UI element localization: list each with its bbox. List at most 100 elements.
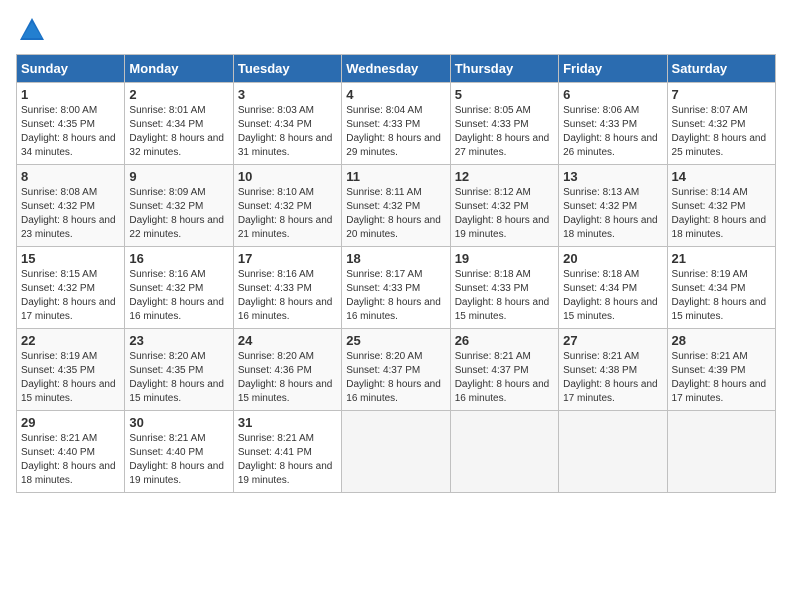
day-info: Sunrise: 8:21 AMSunset: 4:37 PMDaylight:… [455,350,554,406]
col-header-tuesday: Tuesday [233,55,341,83]
calendar-cell: 5 Sunrise: 8:05 AMSunset: 4:33 PMDaylight… [450,83,558,165]
day-info: Sunrise: 8:00 AMSunset: 4:35 PMDaylight:… [21,104,120,160]
day-number: 9 [129,169,228,184]
day-number: 30 [129,415,228,430]
calendar-cell: 22 Sunrise: 8:19 AMSunset: 4:35 PMDayligh… [17,329,125,411]
day-number: 10 [238,169,337,184]
week-row-3: 15 Sunrise: 8:15 AMSunset: 4:32 PMDayligh… [17,247,776,329]
day-number: 7 [672,87,771,102]
day-number: 13 [563,169,662,184]
calendar: SundayMondayTuesdayWednesdayThursdayFrid… [16,54,776,493]
day-info: Sunrise: 8:14 AMSunset: 4:32 PMDaylight:… [672,186,771,242]
calendar-cell: 12 Sunrise: 8:12 AMSunset: 4:32 PMDayligh… [450,165,558,247]
day-number: 31 [238,415,337,430]
day-number: 20 [563,251,662,266]
day-info: Sunrise: 8:21 AMSunset: 4:39 PMDaylight:… [672,350,771,406]
calendar-cell: 14 Sunrise: 8:14 AMSunset: 4:32 PMDayligh… [667,165,775,247]
day-info: Sunrise: 8:09 AMSunset: 4:32 PMDaylight:… [129,186,228,242]
day-number: 15 [21,251,120,266]
calendar-cell: 31 Sunrise: 8:21 AMSunset: 4:41 PMDayligh… [233,411,341,493]
week-row-2: 8 Sunrise: 8:08 AMSunset: 4:32 PMDaylight… [17,165,776,247]
calendar-cell: 9 Sunrise: 8:09 AMSunset: 4:32 PMDaylight… [125,165,233,247]
day-info: Sunrise: 8:19 AMSunset: 4:34 PMDaylight:… [672,268,771,324]
calendar-cell: 2 Sunrise: 8:01 AMSunset: 4:34 PMDaylight… [125,83,233,165]
calendar-cell: 20 Sunrise: 8:18 AMSunset: 4:34 PMDayligh… [559,247,667,329]
day-number: 14 [672,169,771,184]
calendar-cell: 25Sunrise: 8:20 AMSunset: 4:37 PMDayligh… [342,329,450,411]
calendar-cell: 10Sunrise: 8:10 AMSunset: 4:32 PMDayligh… [233,165,341,247]
day-info: Sunrise: 8:11 AMSunset: 4:32 PMDaylight:… [346,186,445,242]
calendar-cell: 8 Sunrise: 8:08 AMSunset: 4:32 PMDaylight… [17,165,125,247]
col-header-wednesday: Wednesday [342,55,450,83]
calendar-cell: 3 Sunrise: 8:03 AMSunset: 4:34 PMDaylight… [233,83,341,165]
day-number: 22 [21,333,120,348]
col-header-thursday: Thursday [450,55,558,83]
day-info: Sunrise: 8:19 AMSunset: 4:35 PMDaylight:… [21,350,120,406]
day-info: Sunrise: 8:18 AMSunset: 4:33 PMDaylight:… [455,268,554,324]
day-info: Sunrise: 8:17 AMSunset: 4:33 PMDaylight:… [346,268,445,324]
calendar-cell: 21 Sunrise: 8:19 AMSunset: 4:34 PMDayligh… [667,247,775,329]
day-number: 1 [21,87,120,102]
col-header-monday: Monday [125,55,233,83]
day-info: Sunrise: 8:21 AMSunset: 4:41 PMDaylight:… [238,432,337,488]
calendar-cell [667,411,775,493]
week-row-4: 22 Sunrise: 8:19 AMSunset: 4:35 PMDayligh… [17,329,776,411]
day-number: 12 [455,169,554,184]
calendar-cell: 1 Sunrise: 8:00 AMSunset: 4:35 PMDaylight… [17,83,125,165]
day-info: Sunrise: 8:20 AMSunset: 4:37 PMDaylight:… [346,350,445,406]
calendar-cell: 11 Sunrise: 8:11 AMSunset: 4:32 PMDayligh… [342,165,450,247]
col-header-saturday: Saturday [667,55,775,83]
col-header-friday: Friday [559,55,667,83]
day-info: Sunrise: 8:16 AMSunset: 4:32 PMDaylight:… [129,268,228,324]
day-info: Sunrise: 8:15 AMSunset: 4:32 PMDaylight:… [21,268,120,324]
calendar-cell: 29Sunrise: 8:21 AMSunset: 4:40 PMDayligh… [17,411,125,493]
calendar-cell [559,411,667,493]
day-number: 2 [129,87,228,102]
week-row-5: 29Sunrise: 8:21 AMSunset: 4:40 PMDayligh… [17,411,776,493]
day-info: Sunrise: 8:06 AMSunset: 4:33 PMDaylight:… [563,104,662,160]
day-number: 8 [21,169,120,184]
day-number: 23 [129,333,228,348]
day-number: 3 [238,87,337,102]
calendar-cell: 4Sunrise: 8:04 AMSunset: 4:33 PMDaylight… [342,83,450,165]
calendar-cell [450,411,558,493]
day-info: Sunrise: 8:08 AMSunset: 4:32 PMDaylight:… [21,186,120,242]
day-info: Sunrise: 8:20 AMSunset: 4:36 PMDaylight:… [238,350,337,406]
day-number: 5 [455,87,554,102]
day-info: Sunrise: 8:12 AMSunset: 4:32 PMDaylight:… [455,186,554,242]
day-number: 4 [346,87,445,102]
calendar-cell: 26 Sunrise: 8:21 AMSunset: 4:37 PMDayligh… [450,329,558,411]
calendar-cell: 7Sunrise: 8:07 AMSunset: 4:32 PMDaylight… [667,83,775,165]
col-header-sunday: Sunday [17,55,125,83]
calendar-cell: 16 Sunrise: 8:16 AMSunset: 4:32 PMDayligh… [125,247,233,329]
day-number: 28 [672,333,771,348]
day-number: 16 [129,251,228,266]
day-info: Sunrise: 8:18 AMSunset: 4:34 PMDaylight:… [563,268,662,324]
day-number: 18 [346,251,445,266]
calendar-cell: 24 Sunrise: 8:20 AMSunset: 4:36 PMDayligh… [233,329,341,411]
calendar-cell: 23 Sunrise: 8:20 AMSunset: 4:35 PMDayligh… [125,329,233,411]
calendar-cell: 19Sunrise: 8:18 AMSunset: 4:33 PMDayligh… [450,247,558,329]
calendar-cell: 15 Sunrise: 8:15 AMSunset: 4:32 PMDayligh… [17,247,125,329]
day-info: Sunrise: 8:05 AMSunset: 4:33 PMDaylight:… [455,104,554,160]
day-number: 11 [346,169,445,184]
day-info: Sunrise: 8:03 AMSunset: 4:34 PMDaylight:… [238,104,337,160]
day-info: Sunrise: 8:21 AMSunset: 4:38 PMDaylight:… [563,350,662,406]
calendar-header: SundayMondayTuesdayWednesdayThursdayFrid… [17,55,776,83]
calendar-cell: 17Sunrise: 8:16 AMSunset: 4:33 PMDayligh… [233,247,341,329]
calendar-cell: 27 Sunrise: 8:21 AMSunset: 4:38 PMDayligh… [559,329,667,411]
calendar-cell: 28 Sunrise: 8:21 AMSunset: 4:39 PMDayligh… [667,329,775,411]
day-number: 26 [455,333,554,348]
day-info: Sunrise: 8:16 AMSunset: 4:33 PMDaylight:… [238,268,337,324]
day-number: 27 [563,333,662,348]
day-info: Sunrise: 8:13 AMSunset: 4:32 PMDaylight:… [563,186,662,242]
header [16,16,776,44]
day-info: Sunrise: 8:20 AMSunset: 4:35 PMDaylight:… [129,350,228,406]
week-row-1: 1 Sunrise: 8:00 AMSunset: 4:35 PMDaylight… [17,83,776,165]
day-info: Sunrise: 8:01 AMSunset: 4:34 PMDaylight:… [129,104,228,160]
day-info: Sunrise: 8:21 AMSunset: 4:40 PMDaylight:… [21,432,120,488]
day-number: 24 [238,333,337,348]
day-number: 21 [672,251,771,266]
day-info: Sunrise: 8:21 AMSunset: 4:40 PMDaylight:… [129,432,228,488]
day-number: 6 [563,87,662,102]
